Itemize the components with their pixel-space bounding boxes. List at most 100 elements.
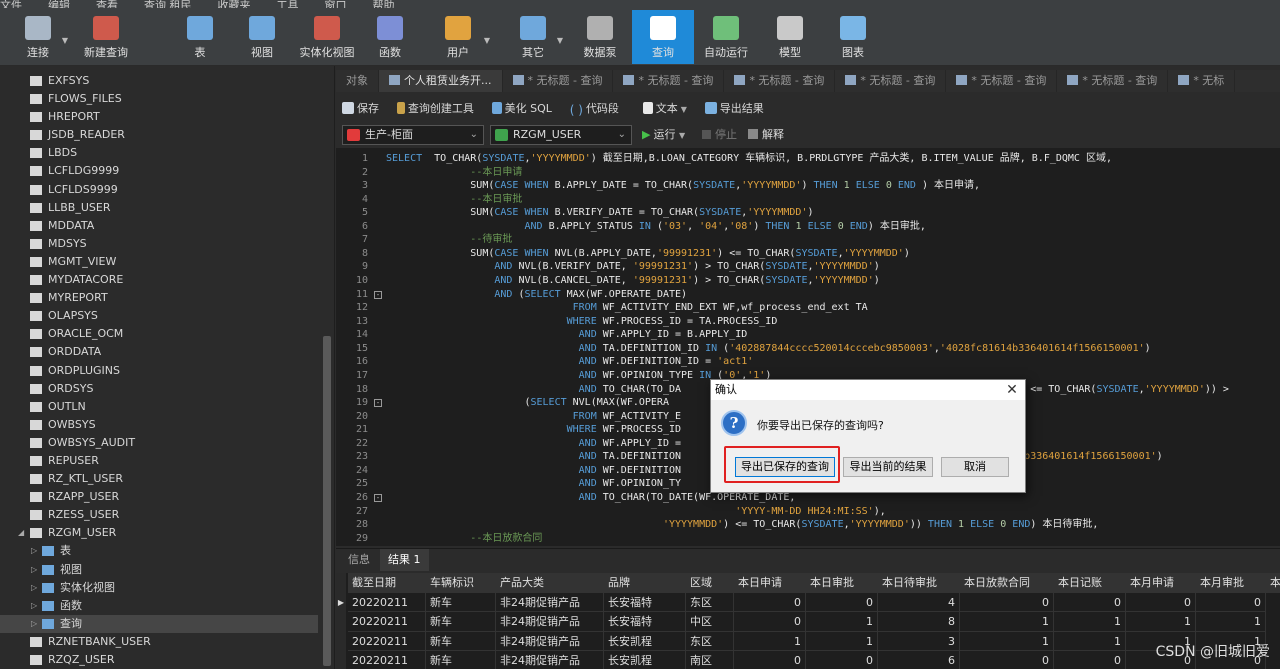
chevron-right-icon[interactable]: ▷ (31, 615, 37, 633)
fold-toggle-icon[interactable]: - (374, 494, 382, 502)
table-cell[interactable]: 长安凯程 (604, 631, 686, 651)
table-cell[interactable]: 新车 (426, 651, 496, 669)
cancel-button[interactable]: 取消 (941, 457, 1009, 477)
table-row[interactable]: 20220211 新车 非24期促销产品 长安凯程 东区 1 1 3 1 1 1 1 (336, 631, 1280, 651)
table-cell[interactable]: 中区 (686, 612, 734, 632)
table-cell[interactable]: 1 (1196, 612, 1266, 632)
column-header[interactable]: 本日放款合同 (960, 573, 1054, 593)
column-header[interactable]: 本 (1266, 573, 1280, 593)
table-cell[interactable]: 东区 (686, 631, 734, 651)
table-cell[interactable]: 0 (734, 592, 806, 612)
sidebar-item[interactable]: ORACLE_OCM (0, 325, 318, 343)
editor-tab[interactable]: * 无标题 - 查询 (1057, 70, 1169, 92)
table-row[interactable]: 20220211 新车 非24期促销产品 长安凯程 南区 0 0 6 0 0 0 0 (336, 651, 1280, 669)
editor-tab[interactable]: * 无标题 - 查询 (503, 70, 614, 92)
save-button[interactable]: 保存 (336, 97, 379, 121)
table-cell[interactable]: 1 (734, 631, 806, 651)
sidebar-item[interactable]: MDDATA (0, 217, 318, 235)
column-header[interactable]: 本日待审批 (878, 573, 960, 593)
sidebar-item[interactable]: RZ_KTL_USER (0, 470, 318, 488)
sidebar-item[interactable]: MYREPORT (0, 289, 318, 307)
chevron-right-icon[interactable]: ▷ (31, 561, 37, 579)
table-cell[interactable]: 1 (1126, 612, 1196, 632)
toolbar-tools-button[interactable]: 其它 ▼ (515, 10, 563, 64)
sidebar-item[interactable]: MDSYS (0, 235, 318, 253)
editor-tab[interactable]: * 无标题 - 查询 (946, 70, 1058, 92)
sidebar-item[interactable]: ▷ 实体化视图 (0, 579, 318, 597)
toolbar-new-query-button[interactable]: 新建查询 (82, 10, 130, 64)
toolbar-view-button[interactable]: 视图 (244, 10, 280, 64)
table-cell[interactable]: 东区 (686, 592, 734, 612)
column-header[interactable]: 产品大类 (496, 573, 604, 593)
table-cell[interactable]: 3 (878, 631, 960, 651)
export-results-button[interactable]: 导出结果 (699, 97, 764, 121)
table-cell[interactable]: 南区 (686, 651, 734, 669)
tree-scrollbar[interactable] (320, 66, 334, 669)
table-cell[interactable]: 0 (960, 592, 1054, 612)
table-cell[interactable]: 非24期促销产品 (496, 612, 604, 632)
sidebar-item[interactable]: ORDSYS (0, 380, 318, 398)
tree-scrollbar-thumb[interactable] (323, 336, 331, 666)
sidebar-item[interactable]: REPUSER (0, 452, 318, 470)
table-cell[interactable]: 1 (960, 612, 1054, 632)
sidebar-item[interactable]: ◢ RZGM_USER (0, 524, 318, 542)
table-cell[interactable]: 1 (806, 631, 878, 651)
table-cell[interactable]: 0 (734, 612, 806, 632)
toolbar-materialized-view-button[interactable]: 实体化视图 (298, 10, 356, 64)
table-cell[interactable]: 新车 (426, 631, 496, 651)
sidebar-item[interactable]: LCFLDS9999 (0, 181, 318, 199)
table-cell[interactable]: 1 (806, 612, 878, 632)
column-header[interactable]: 本日记账 (1054, 573, 1126, 593)
server-select[interactable]: 生产-柜面 ⌄ (342, 125, 484, 145)
chevron-right-icon[interactable]: ▷ (31, 597, 37, 615)
table-cell[interactable]: 长安福特 (604, 592, 686, 612)
sidebar-item[interactable]: ▷ 函数 (0, 597, 318, 615)
table-cell[interactable]: 20220211 (348, 651, 426, 669)
table-cell[interactable]: 0 (1054, 651, 1126, 669)
table-cell[interactable]: 20220211 (348, 612, 426, 632)
toolbar-datapump-button[interactable]: 数据泵 (580, 10, 620, 64)
table-cell[interactable]: 1 (960, 631, 1054, 651)
fold-toggle-icon[interactable]: - (374, 290, 382, 299)
chevron-right-icon[interactable]: ▷ (31, 542, 37, 560)
editor-tab[interactable]: 对象 (336, 70, 379, 92)
column-header[interactable]: 本日审批 (806, 573, 878, 593)
editor-tab[interactable]: * 无标 (1168, 70, 1236, 92)
fold-toggle-icon[interactable]: - (374, 399, 382, 408)
table-row[interactable]: ▶ 20220211 新车 非24期促销产品 长安福特 东区 0 0 4 0 0 0 0 (336, 592, 1280, 612)
sidebar-item[interactable]: OLAPSYS (0, 307, 318, 325)
table-cell[interactable]: 0 (1196, 592, 1266, 612)
close-icon[interactable]: ✕ (1003, 380, 1021, 400)
chevron-down-icon[interactable]: ▼ (62, 36, 68, 45)
sidebar-item[interactable]: LBDS (0, 144, 318, 162)
chevron-down-icon[interactable]: ◢ (18, 524, 24, 542)
sidebar-item[interactable]: FLOWS_FILES (0, 90, 318, 108)
sidebar-item[interactable]: RZESS_USER (0, 506, 318, 524)
code-snippet-button[interactable]: ( ) 代码段 (564, 97, 619, 121)
column-header[interactable]: 本月审批 (1196, 573, 1266, 593)
editor-tab[interactable]: 个人租赁业务开... (379, 70, 503, 92)
table-cell[interactable]: 6 (878, 651, 960, 669)
table-cell[interactable]: 非24期促销产品 (496, 592, 604, 612)
chevron-right-icon[interactable]: ▷ (31, 579, 37, 597)
explain-button[interactable]: 解释 (748, 125, 784, 145)
run-button[interactable]: ▶ 运行 ▼ (642, 125, 685, 145)
toolbar-model-button[interactable]: 模型 (775, 10, 805, 64)
toolbar-chart-button[interactable]: 图表 (835, 10, 871, 64)
chevron-down-icon[interactable]: ▼ (484, 36, 490, 45)
toolbar-plug-button[interactable]: 连接 ▼ (20, 10, 68, 64)
sidebar-item[interactable]: RZQZ_USER (0, 651, 318, 669)
sidebar-item[interactable]: OWBSYS_AUDIT (0, 434, 318, 452)
query-builder-button[interactable]: 查询创建工具 (391, 97, 474, 121)
schema-select[interactable]: RZGM_USER ⌄ (490, 125, 632, 145)
sidebar-item[interactable]: LLBB_USER (0, 199, 318, 217)
sidebar-item[interactable]: HREPORT (0, 108, 318, 126)
sidebar-item[interactable]: OWBSYS (0, 416, 318, 434)
toolbar-query-button[interactable]: 查询 (632, 10, 694, 64)
export-saved-query-button[interactable]: 导出已保存的查询 (735, 457, 835, 477)
table-cell[interactable]: 1 (1054, 612, 1126, 632)
tab-info[interactable]: 信息 (340, 549, 378, 571)
export-current-results-button[interactable]: 导出当前的结果 (843, 457, 933, 477)
tab-result-1[interactable]: 结果 1 (380, 549, 429, 571)
editor-tab[interactable]: * 无标题 - 查询 (724, 70, 836, 92)
